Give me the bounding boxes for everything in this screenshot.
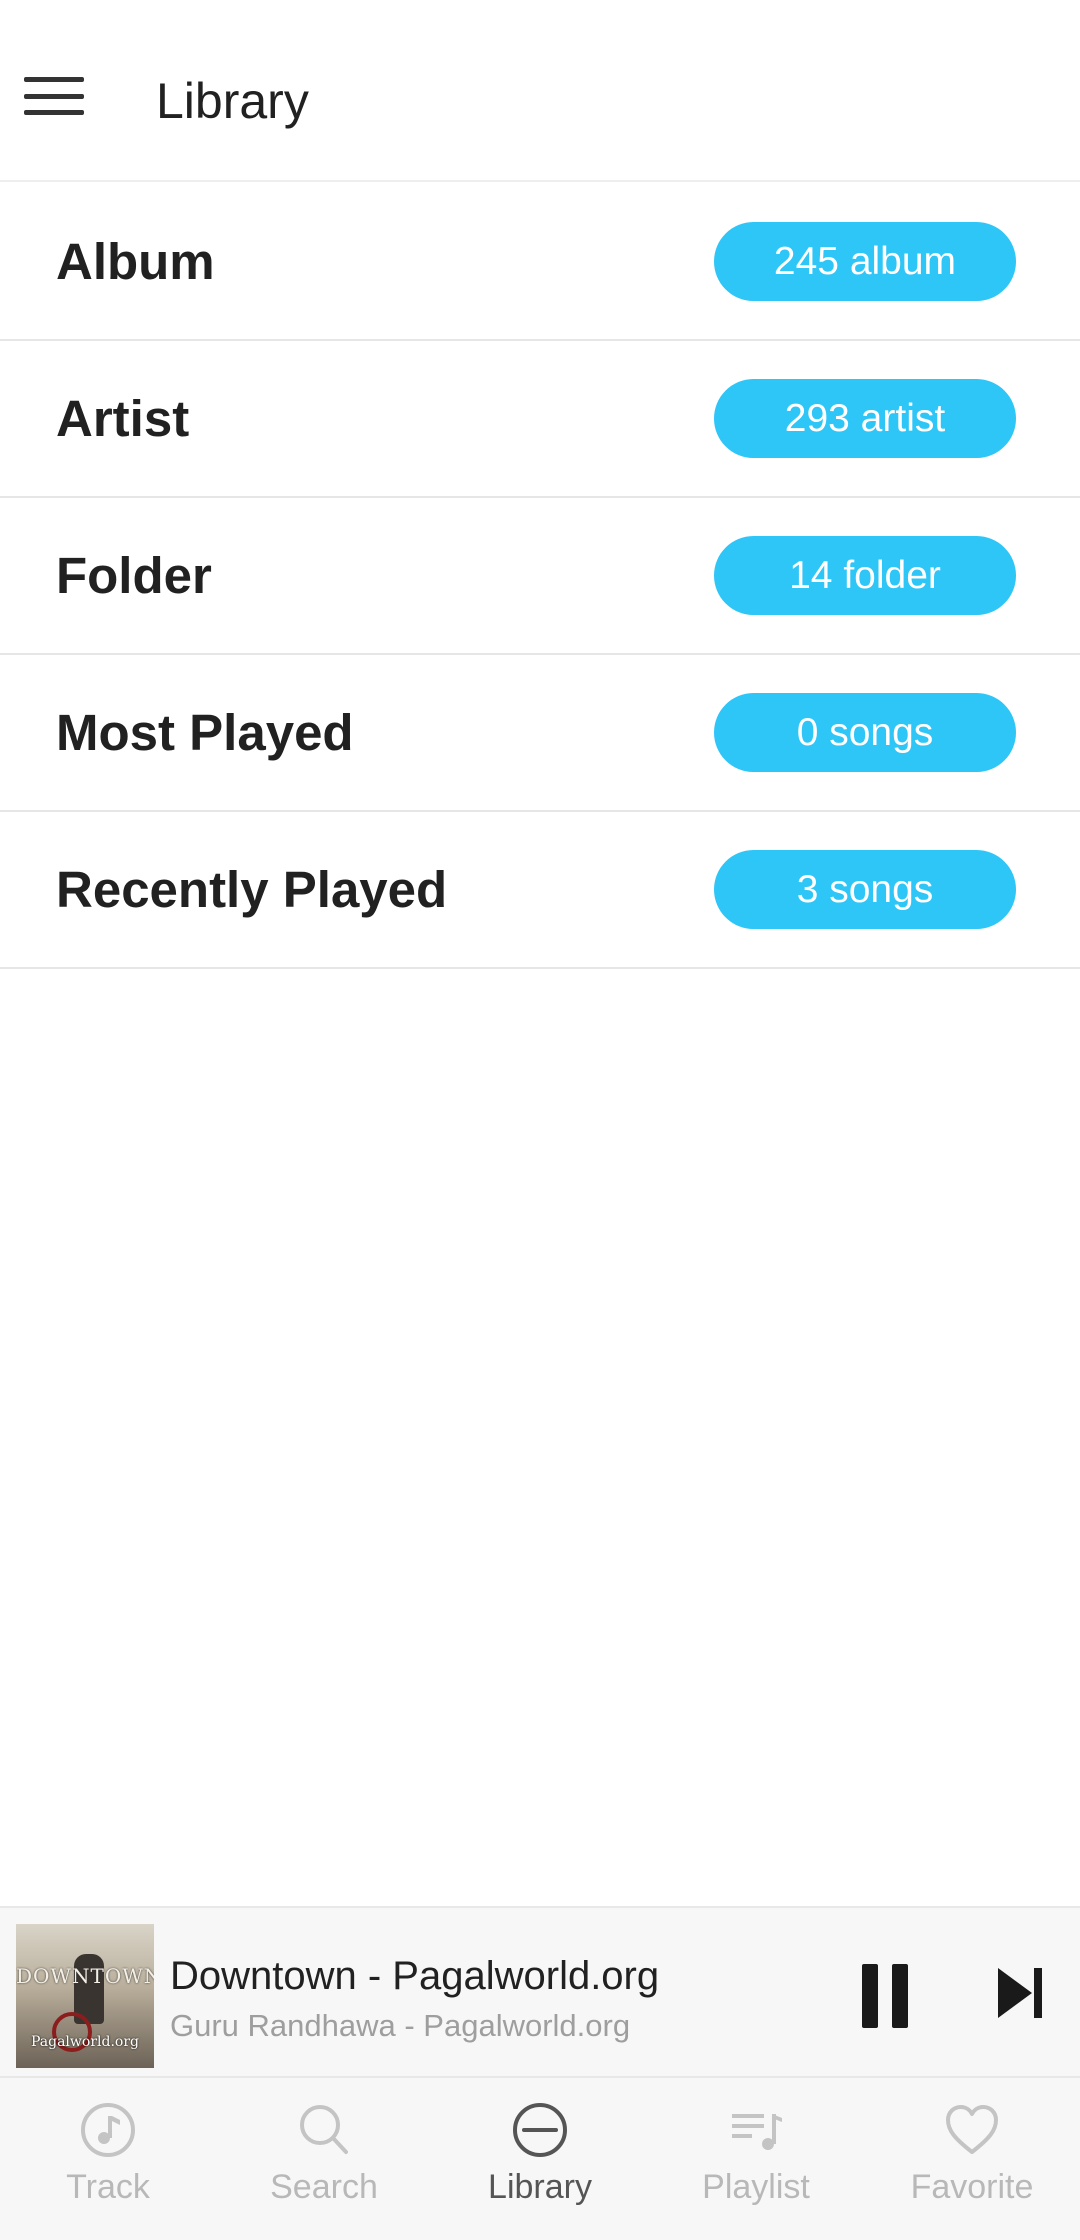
nav-label: Favorite — [910, 2168, 1034, 2206]
track-artist: Guru Randhawa - Pagalworld.org — [170, 2008, 631, 2043]
library-icon — [513, 2103, 567, 2157]
top-app-bar: Library — [0, 0, 1080, 182]
nav-item-track[interactable]: Track — [0, 2078, 216, 2240]
album-art[interactable]: DOWNTOWN Pagalworld.org — [16, 1924, 154, 2068]
nav-label: Playlist — [702, 2168, 810, 2206]
library-item-label: Album — [56, 233, 215, 290]
nav-label: Track — [66, 2168, 150, 2206]
nav-item-library[interactable]: Library — [432, 2078, 648, 2240]
mini-player[interactable]: DOWNTOWN Pagalworld.org Downtown - Pagal… — [0, 1906, 1080, 2076]
search-icon — [300, 2105, 348, 2154]
count-badge: 3 songs — [714, 850, 1016, 929]
library-item-most-played[interactable]: Most Played 0 songs — [0, 655, 1080, 812]
bottom-navigation: Track Search Library Playlist Favorite — [0, 2076, 1080, 2240]
pause-icon[interactable] — [862, 1964, 908, 2028]
nav-label: Search — [270, 2168, 378, 2206]
album-art-title: DOWNTOWN — [16, 1964, 154, 1988]
library-item-label: Folder — [56, 547, 212, 604]
count-badge: 14 folder — [714, 536, 1016, 615]
count-badge: 0 songs — [714, 693, 1016, 772]
count-badge: 245 album — [714, 222, 1016, 301]
playlist-icon — [732, 2114, 782, 2150]
library-list: Album 245 album Artist 293 artist Folder… — [0, 184, 1080, 969]
nav-item-playlist[interactable]: Playlist — [648, 2078, 864, 2240]
app-root: Library Album 245 album Artist 293 artis… — [0, 0, 1080, 2240]
page-title: Library — [156, 73, 309, 129]
music-note-icon — [81, 2103, 135, 2157]
album-art-site: Pagalworld.org — [30, 2034, 139, 2050]
track-title: Downtown - Pagalworld.org — [170, 1954, 660, 1998]
count-badge: 293 artist — [714, 379, 1016, 458]
library-item-recently-played[interactable]: Recently Played 3 songs — [0, 812, 1080, 969]
nav-label: Library — [488, 2168, 592, 2206]
nav-item-favorite[interactable]: Favorite — [864, 2078, 1080, 2240]
menu-icon[interactable] — [22, 70, 86, 122]
heart-icon — [946, 2105, 998, 2154]
skip-next-icon[interactable] — [996, 1966, 1044, 2020]
library-item-folder[interactable]: Folder 14 folder — [0, 498, 1080, 655]
nav-item-search[interactable]: Search — [216, 2078, 432, 2240]
library-item-label: Artist — [56, 390, 190, 447]
library-item-artist[interactable]: Artist 293 artist — [0, 341, 1080, 498]
library-item-label: Recently Played — [56, 861, 448, 918]
library-item-album[interactable]: Album 245 album — [0, 184, 1080, 341]
library-item-label: Most Played — [56, 704, 354, 761]
